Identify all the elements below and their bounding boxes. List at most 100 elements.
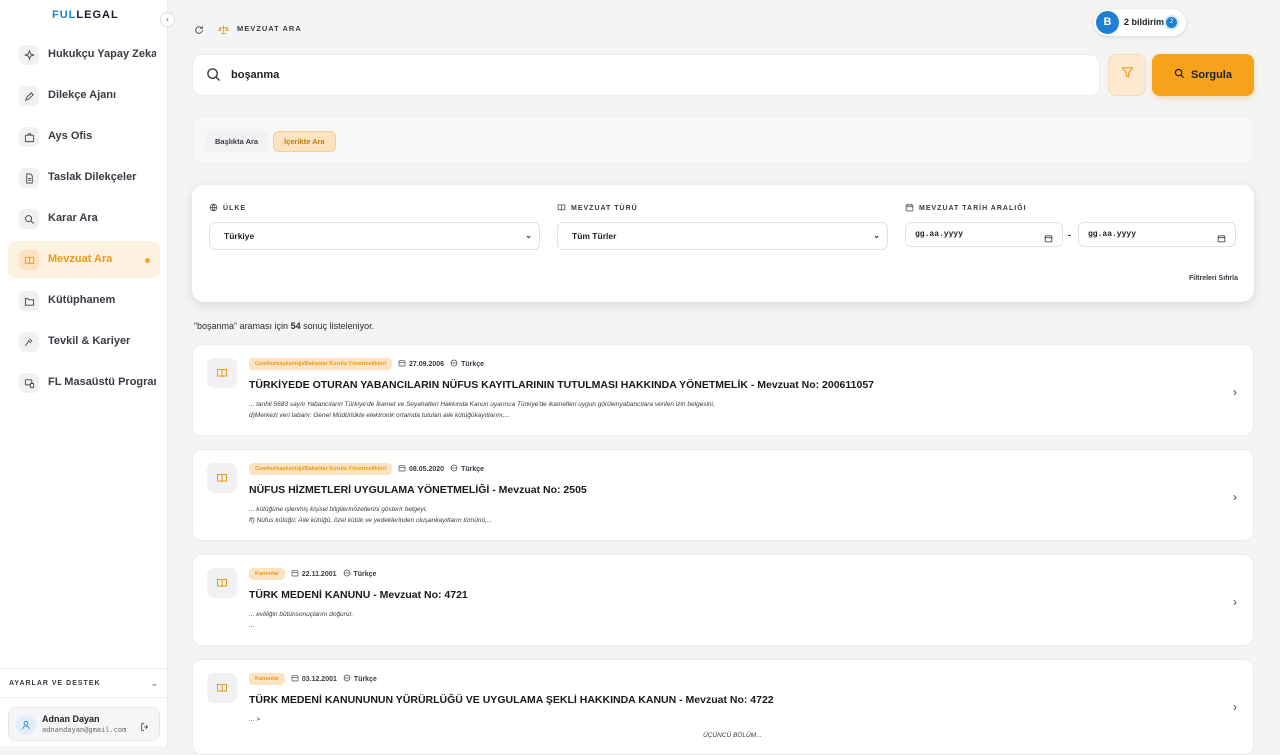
- category-badge: Cumhurbaşkanlığı/Bakanlar Kurulu Yönetme…: [249, 358, 393, 370]
- result-card[interactable]: Kanunlar 22.11.2001 Türkçe TÜRK MEDENİ K…: [192, 554, 1254, 646]
- book-icon: [207, 358, 237, 388]
- tab-title-search[interactable]: Başlıkta Ara: [205, 131, 269, 152]
- refresh-icon[interactable]: [194, 22, 204, 40]
- calendar-icon: [398, 359, 406, 369]
- sidebar-item-label: Karar Ara: [48, 212, 98, 224]
- card-title: TÜRKİYEDE OTURAN YABANCILARIN NÜFUS KAYI…: [249, 379, 875, 391]
- book-icon: [19, 250, 39, 270]
- card-date: 22.11.2001: [291, 569, 337, 579]
- category-badge: Kanunlar: [249, 673, 285, 685]
- card-title: TÜRK MEDENİ KANUNU - Mevzuat No: 4721: [249, 589, 468, 601]
- collapse-sidebar-button[interactable]: ‹: [160, 12, 175, 27]
- folder-icon: [19, 291, 39, 311]
- date-text: 03.12.2001: [301, 675, 337, 683]
- sidebar-item-label: FL Masaüstü Programı: [48, 376, 156, 388]
- sidebar-item-fl-masaustu[interactable]: FL Masaüstü Programı: [8, 364, 160, 401]
- date-to-input[interactable]: gg.aa.yyyy: [1078, 222, 1236, 247]
- date-text: 08.05.2020: [409, 465, 445, 473]
- sidebar-item-label: Hukukçu Yapay Zeka: [48, 48, 156, 60]
- globe-icon: [209, 203, 218, 214]
- date-range-separator: -: [1068, 230, 1071, 240]
- book-icon: [207, 463, 237, 493]
- notification-badge: 2: [1164, 15, 1179, 30]
- card-language: Türkçe: [450, 464, 484, 474]
- reset-filters-button[interactable]: Filtreleri Sıfırla: [1189, 275, 1238, 282]
- notification-text: 2 bildirim: [1124, 17, 1165, 27]
- calendar-icon: [1044, 230, 1053, 253]
- sparkle-icon: [19, 45, 39, 65]
- chevron-down-icon: ⌄: [525, 231, 532, 240]
- user-card[interactable]: Adnan Dayan adnandayan@gmail.com: [8, 707, 160, 741]
- card-date: 27.09.2006: [398, 359, 444, 369]
- card-language: Türkçe: [343, 674, 377, 684]
- sidebar-item-hukukcu-yapay-zeka[interactable]: Hukukçu Yapay Zeka: [8, 36, 160, 73]
- settings-support-toggle[interactable]: AYARLAR VE DESTEK ⌄: [0, 668, 168, 698]
- filter-toggle-button[interactable]: [1108, 54, 1146, 96]
- app-logo[interactable]: FULLEGAL: [52, 9, 119, 21]
- settings-label: AYARLAR VE DESTEK: [9, 680, 101, 687]
- date-to-value: gg.aa.yyyy: [1088, 230, 1137, 239]
- filter-panel: ÜLKE Türkiye ⌄ MEVZUAT TÜRÜ Tüm Türler ⌄…: [192, 185, 1254, 302]
- briefcase-icon: [19, 127, 39, 147]
- result-card[interactable]: Cumhurbaşkanlığı/Bakanlar Kurulu Yönetme…: [192, 449, 1254, 541]
- card-title: NÜFUS HİZMETLERİ UYGULAMA YÖNETMELİĞİ - …: [249, 484, 587, 496]
- sidebar-item-label: Kütüphanem: [48, 294, 116, 306]
- excerpt-line: ff) Nüfus kütüğü: Aile kütüğü, özel kütü…: [249, 517, 493, 524]
- search-mode-bar: Başlıkta Ara İçerikte Ara: [192, 116, 1254, 164]
- result-count: “boşanma” araması için 54 sonuç listelen…: [194, 321, 374, 331]
- sidebar-item-mevzuat-ara[interactable]: Mevzuat Ara: [8, 241, 160, 278]
- country-value: Türkiye: [224, 231, 255, 241]
- breadcrumb: MEVZUAT ARA: [237, 24, 302, 33]
- type-select[interactable]: Tüm Türler ⌄: [557, 222, 888, 250]
- card-meta: Kanunlar 22.11.2001 Türkçe: [249, 568, 376, 580]
- result-card[interactable]: Cumhurbaşkanlığı/Bakanlar Kurulu Yönetme…: [192, 344, 1254, 436]
- pen-icon: [19, 86, 39, 106]
- search-input[interactable]: [231, 65, 1071, 85]
- gavel-icon: [19, 332, 39, 352]
- excerpt-line: ... >: [249, 716, 261, 723]
- calendar-icon: [1217, 230, 1226, 253]
- country-select[interactable]: Türkiye ⌄: [209, 222, 540, 250]
- scales-icon: [218, 22, 229, 40]
- date-from-input[interactable]: gg.aa.yyyy: [905, 222, 1063, 247]
- sidebar-item-dilekce-ajani[interactable]: Dilekçe Ajanı: [8, 77, 160, 114]
- query-button-label: Sorgula: [1191, 69, 1232, 81]
- date-label-row: MEVZUAT TARİH ARALIĞI: [905, 203, 1027, 214]
- chevron-right-icon: ›: [1233, 385, 1237, 399]
- chevron-down-icon: ⌄: [873, 231, 880, 240]
- excerpt-line: ÜÇÜNCÜ BÖLÜM...: [703, 732, 762, 739]
- sidebar-item-label: Tevkil & Kariyer: [48, 335, 131, 347]
- notifications-button[interactable]: B 2 bildirim 2: [1094, 9, 1186, 36]
- globe-icon: [343, 569, 351, 579]
- main-content: MEVZUAT ARA B 2 bildirim 2 Sorgula Başlı…: [168, 0, 1280, 755]
- sidebar-item-kutuphanem[interactable]: Kütüphanem: [8, 282, 160, 319]
- search-icon: [1174, 68, 1185, 82]
- card-meta: Cumhurbaşkanlığı/Bakanlar Kurulu Yönetme…: [249, 463, 484, 475]
- sidebar-item-karar-ara[interactable]: Karar Ara: [8, 200, 160, 237]
- result-card[interactable]: Kanunlar 03.12.2001 Türkçe TÜRK MEDENİ K…: [192, 659, 1254, 755]
- language-text: Türkçe: [353, 675, 377, 683]
- sidebar-item-ays-ofis[interactable]: Ays Ofis: [8, 118, 160, 155]
- result-suffix: sonuç listeleniyor.: [303, 321, 375, 331]
- tab-content-search[interactable]: İçerikte Ara: [273, 131, 336, 152]
- sidebar-item-label: Taslak Dilekçeler: [48, 171, 137, 183]
- result-query: “boşanma” araması için: [194, 321, 289, 331]
- avatar: B: [1096, 11, 1119, 34]
- query-button[interactable]: Sorgula: [1152, 54, 1254, 96]
- chevron-right-icon: ›: [1233, 700, 1237, 714]
- globe-icon: [450, 464, 458, 474]
- logout-icon[interactable]: [140, 719, 150, 737]
- sidebar-item-taslak-dilekceler[interactable]: Taslak Dilekçeler: [8, 159, 160, 196]
- date-from-value: gg.aa.yyyy: [915, 230, 964, 239]
- card-excerpt: ... tarihli 5683 sayılı Yabancıların Tür…: [249, 399, 849, 421]
- globe-icon: [343, 674, 351, 684]
- chevron-right-icon: ›: [1233, 490, 1237, 504]
- card-meta: Cumhurbaşkanlığı/Bakanlar Kurulu Yönetme…: [249, 358, 484, 370]
- date-text: 27.09.2006: [409, 360, 445, 368]
- globe-icon: [450, 359, 458, 369]
- sidebar-item-tevkil-kariyer[interactable]: Tevkil & Kariyer: [8, 323, 160, 360]
- search-icon: [206, 67, 221, 87]
- book-icon: [207, 673, 237, 703]
- sidebar-item-label: Dilekçe Ajanı: [48, 89, 117, 101]
- card-date: 03.12.2001: [291, 674, 337, 684]
